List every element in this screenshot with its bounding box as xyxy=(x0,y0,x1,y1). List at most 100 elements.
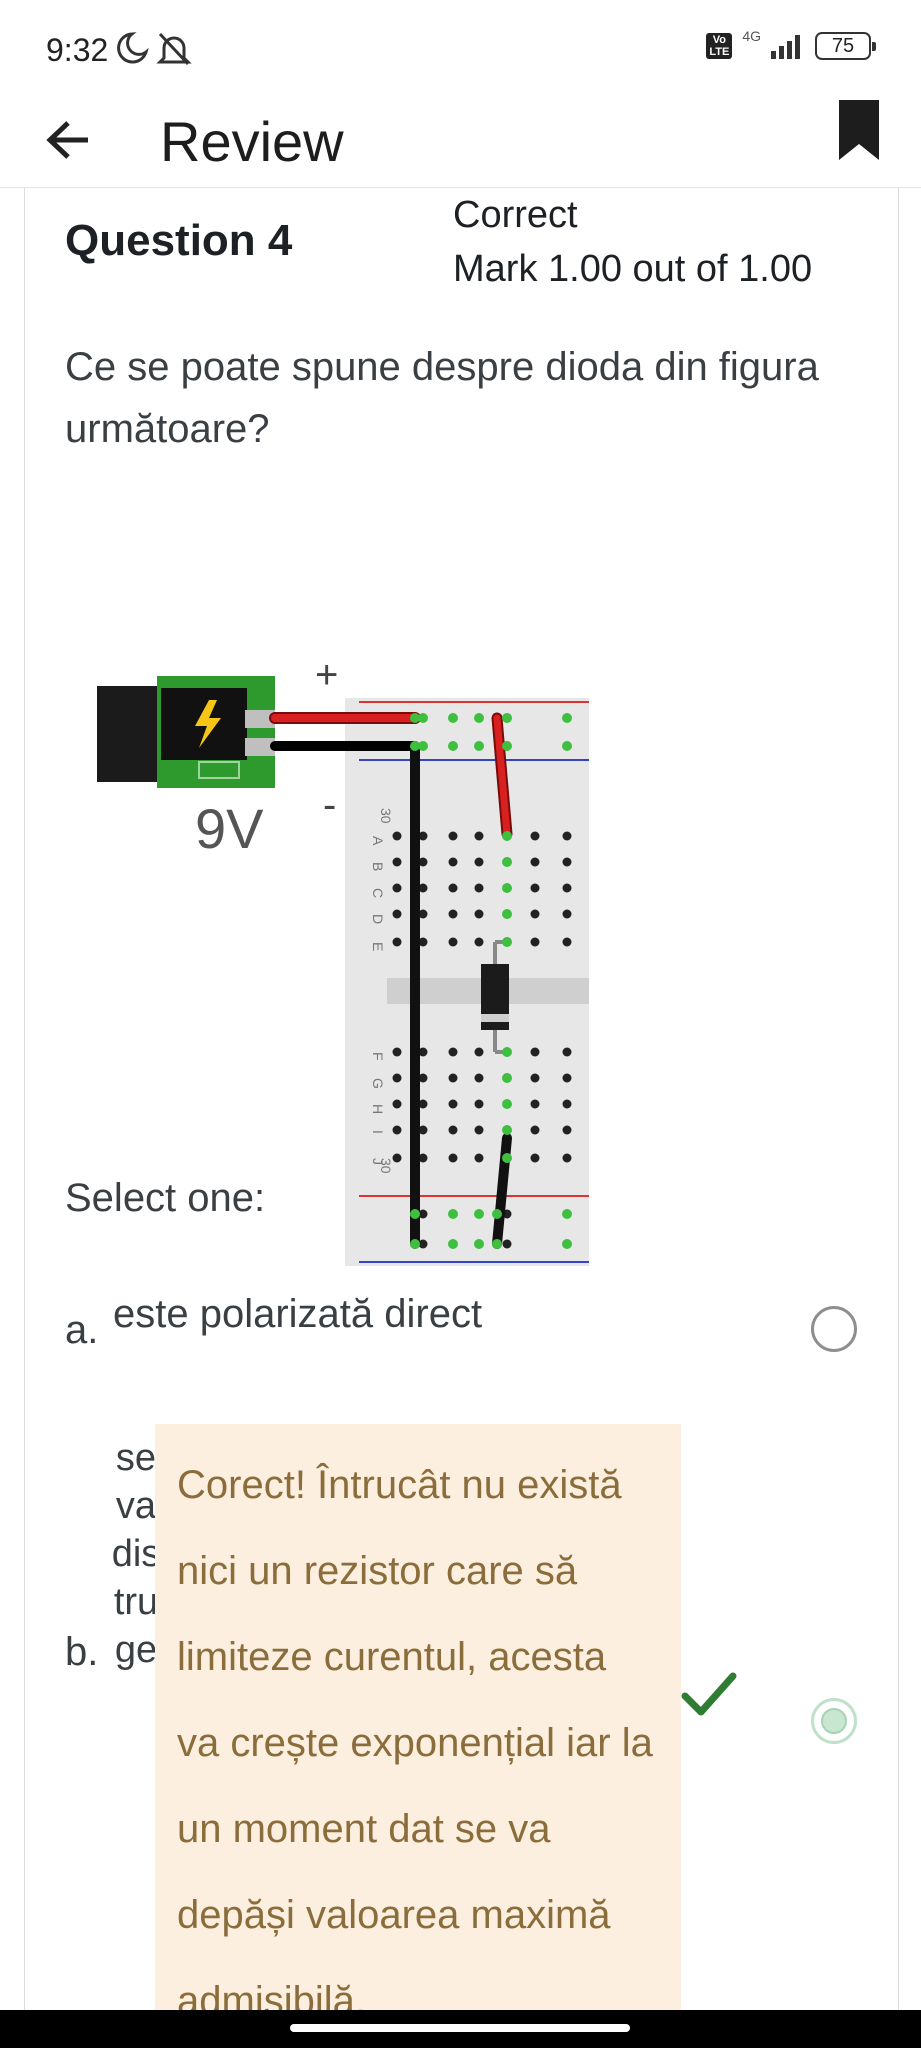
breadboard-hole xyxy=(530,1047,540,1057)
question-state: Correct xyxy=(453,194,578,236)
breadboard-hole xyxy=(530,1073,540,1083)
option-a-text[interactable]: este polarizată direct xyxy=(113,1292,482,1337)
breadboard-hole xyxy=(530,909,540,919)
plus-label: + xyxy=(315,658,338,697)
option-a-radio[interactable] xyxy=(811,1306,857,1352)
breadboard-hole xyxy=(392,909,402,919)
status-icons-left xyxy=(116,30,196,71)
navigation-bar xyxy=(0,2010,921,2048)
breadboard-hole xyxy=(474,1153,484,1163)
battery-icon: 75 xyxy=(815,32,876,60)
question-text: Ce se poate spune despre dioda din figur… xyxy=(65,345,819,451)
connected-hole xyxy=(502,741,512,751)
connected-hole xyxy=(562,741,572,751)
column-letter: E xyxy=(370,942,386,951)
breadboard-hole xyxy=(392,1073,402,1083)
option-b-radio[interactable] xyxy=(811,1698,857,1744)
connected-hole xyxy=(474,741,484,751)
connected-hole xyxy=(448,1209,458,1219)
breadboard-hole xyxy=(474,1099,484,1109)
breadboard-hole xyxy=(448,883,458,893)
column-letter: C xyxy=(370,888,386,898)
breadboard-hole xyxy=(562,1153,572,1163)
breadboard-hole xyxy=(562,937,572,947)
column-letter: D xyxy=(370,914,386,924)
column-letter: I xyxy=(370,1130,386,1134)
breadboard-hole xyxy=(392,1125,402,1135)
breadboard-hole xyxy=(562,857,572,867)
question-number: Question 4 xyxy=(65,216,293,265)
breadboard-hole xyxy=(474,909,484,919)
breadboard-hole xyxy=(562,883,572,893)
connected-hole xyxy=(562,1209,572,1219)
volte-badge: Vo LTE xyxy=(706,33,733,59)
breadboard-hole xyxy=(392,937,402,947)
option-a-letter: a. xyxy=(65,1308,99,1352)
breadboard-hole xyxy=(562,1047,572,1057)
connected-hole xyxy=(502,937,512,947)
connected-hole xyxy=(502,713,512,723)
column-letter: H xyxy=(370,1104,386,1114)
back-button[interactable] xyxy=(40,112,96,168)
breadboard-hole xyxy=(448,1153,458,1163)
page-title: Review xyxy=(160,110,344,173)
question-status: Correct Mark 1.00 out of 1.00 xyxy=(453,188,812,296)
breadboard-hole xyxy=(392,1047,402,1057)
breadboard-hole xyxy=(392,883,402,893)
question-card: Question 4 Correct Mark 1.00 out of 1.00… xyxy=(24,188,899,2048)
breadboard-hole xyxy=(392,831,402,841)
rail-hole xyxy=(502,1239,512,1249)
breadboard-hole xyxy=(448,857,458,867)
connected-hole xyxy=(474,713,484,723)
moon-icon xyxy=(117,32,149,64)
breadboard-hole xyxy=(392,1099,402,1109)
connected-hole xyxy=(502,909,512,919)
connected-hole xyxy=(502,1125,512,1135)
breadboard-hole xyxy=(530,1125,540,1135)
breadboard-hole xyxy=(530,937,540,947)
connected-hole xyxy=(474,1209,484,1219)
question-mark: Mark 1.00 out of 1.00 xyxy=(453,248,813,290)
battery-level: 75 xyxy=(831,34,855,57)
status-right: Vo LTE 4G 75 xyxy=(706,28,876,60)
breadboard-hole xyxy=(562,1125,572,1135)
breadboard-hole xyxy=(530,1099,540,1109)
connected-hole xyxy=(474,1239,484,1249)
connected-hole xyxy=(410,1239,420,1249)
breadboard-hole xyxy=(448,909,458,919)
breadboard-hole xyxy=(392,1153,402,1163)
breadboard-hole xyxy=(448,831,458,841)
checkmark-icon xyxy=(681,1672,737,1716)
home-gesture-bar[interactable] xyxy=(290,2024,630,2032)
connected-hole xyxy=(562,713,572,723)
status-time: 9:32 xyxy=(46,32,109,68)
breadboard-hole xyxy=(474,1125,484,1135)
breadboard-hole xyxy=(448,1099,458,1109)
connected-hole xyxy=(418,741,428,751)
connected-hole xyxy=(502,831,512,841)
connected-hole xyxy=(492,1239,502,1249)
connected-hole xyxy=(418,713,428,723)
connected-hole xyxy=(502,1153,512,1163)
app-bar: Review xyxy=(0,100,921,188)
select-one-label: Select one: xyxy=(65,1176,266,1220)
breadboard-hole xyxy=(448,1125,458,1135)
network-type: 4G xyxy=(742,28,761,44)
voltage-label: 9V xyxy=(195,797,264,860)
breadboard-hole xyxy=(562,909,572,919)
connected-hole xyxy=(502,857,512,867)
breadboard-hole xyxy=(562,1099,572,1109)
feedback-box: Corect! Întrucât nu există nici un rezis… xyxy=(155,1424,681,2048)
breadboard-hole xyxy=(474,937,484,947)
breadboard-hole xyxy=(474,883,484,893)
bell-off-icon xyxy=(156,32,192,66)
bookmark-icon[interactable] xyxy=(835,100,883,162)
connected-hole xyxy=(448,741,458,751)
column-letter: F xyxy=(370,1052,386,1061)
breadboard-hole xyxy=(562,831,572,841)
status-bar: 9:32 Vo LTE 4G 75 xyxy=(0,0,921,100)
option-b-text[interactable]: se va distruge xyxy=(111,1434,161,1674)
column-letter: G xyxy=(370,1078,386,1089)
breadboard-hole xyxy=(474,831,484,841)
connected-hole xyxy=(492,1209,502,1219)
